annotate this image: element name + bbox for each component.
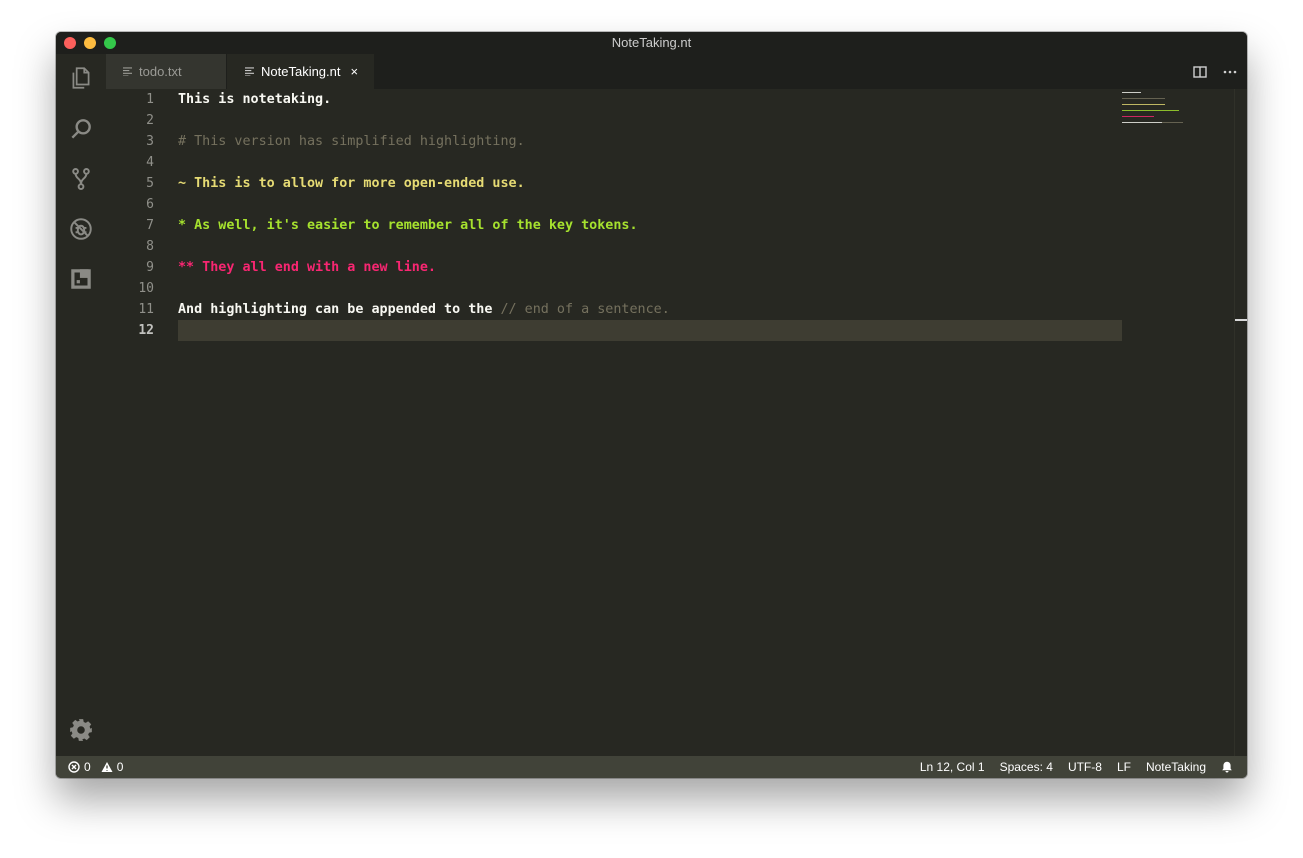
current-line[interactable] — [178, 320, 1122, 341]
problems-indicator[interactable]: 0 0 — [68, 756, 123, 778]
minimap-token — [1122, 104, 1165, 105]
tab-todo[interactable]: todo.txt — [106, 54, 226, 89]
editor-actions — [1193, 54, 1237, 89]
code-line[interactable]: ** They all end with a new line. — [178, 257, 1122, 278]
more-actions-icon[interactable] — [1223, 65, 1237, 79]
code-line[interactable] — [178, 110, 1122, 131]
close-tab-button[interactable]: × — [351, 64, 359, 79]
title-bar: NoteTaking.nt — [56, 32, 1247, 54]
file-icon — [245, 67, 254, 76]
minimap-token — [1122, 122, 1162, 123]
code-line[interactable]: * As well, it's easier to remember all o… — [178, 215, 1122, 236]
token-white: This is notetaking. — [178, 92, 332, 107]
window-controls — [64, 37, 116, 49]
settings-button[interactable] — [56, 710, 106, 750]
indentation-setting[interactable]: Spaces: 4 — [1000, 760, 1053, 774]
line-number: 5 — [146, 176, 154, 191]
maximize-window-button[interactable] — [104, 37, 116, 49]
token-white: And highlighting can be appended to the — [178, 302, 501, 317]
explorer-button[interactable] — [56, 58, 106, 98]
extensions-icon — [71, 269, 91, 289]
extensions-button[interactable] — [56, 259, 106, 299]
line-number: 12 — [138, 323, 154, 338]
tab-label: todo.txt — [139, 64, 182, 79]
editor-area[interactable]: 1 2 3 4 5 6 7 8 9 10 11 12 This is notetaking. # Thi… — [106, 89, 1247, 756]
debug-button[interactable] — [56, 209, 106, 249]
error-icon — [68, 761, 80, 773]
minimap-token — [1122, 116, 1154, 117]
debug-icon — [70, 218, 92, 240]
vertical-scrollbar[interactable] — [1234, 89, 1247, 756]
language-mode[interactable]: NoteTaking — [1146, 760, 1206, 774]
error-count: 0 — [84, 760, 91, 774]
line-number: 3 — [146, 134, 154, 149]
code-line[interactable] — [178, 152, 1122, 173]
minimap-token — [1122, 110, 1179, 111]
token-comment: # This version has simplified highlighti… — [178, 134, 525, 149]
code-line[interactable] — [178, 236, 1122, 257]
line-number: 9 — [146, 260, 154, 275]
code-line[interactable]: # This version has simplified highlighti… — [178, 131, 1122, 152]
notifications-bell-icon[interactable] — [1221, 761, 1233, 773]
token-yellow: ~ This is to allow for more open-ended u… — [178, 176, 525, 191]
code-line[interactable]: And highlighting can be appended to the … — [178, 299, 1122, 320]
minimap[interactable] — [1122, 92, 1202, 128]
close-window-button[interactable] — [64, 37, 76, 49]
status-bar: 0 0 Ln 12, Col 1 Spaces: 4 UTF-8 LF Note… — [56, 756, 1247, 778]
line-number: 6 — [146, 197, 154, 212]
token-red: ** They all end with a new line. — [178, 260, 436, 275]
code-line[interactable]: ~ This is to allow for more open-ended u… — [178, 173, 1122, 194]
line-number: 8 — [146, 239, 154, 254]
tab-notetaking[interactable]: NoteTaking.nt × — [227, 54, 374, 89]
window-title: NoteTaking.nt — [611, 35, 692, 50]
line-number: 4 — [146, 155, 154, 170]
minimap-token — [1122, 98, 1165, 99]
tab-label: NoteTaking.nt — [261, 64, 341, 79]
minimize-window-button[interactable] — [84, 37, 96, 49]
line-number: 1 — [146, 92, 154, 107]
end-of-line-sequence[interactable]: LF — [1117, 760, 1131, 774]
code-lines[interactable]: This is notetaking. # This version has si… — [178, 89, 1122, 341]
files-icon — [72, 67, 90, 89]
warning-count: 0 — [116, 760, 124, 774]
line-number: 10 — [138, 281, 154, 296]
minimap-token — [1122, 92, 1141, 93]
code-line[interactable]: This is notetaking. — [178, 89, 1122, 110]
editor-window: NoteTaking.nt todo.txt NoteTaking.nt × 1… — [56, 32, 1247, 778]
scrollbar-cursor-marker — [1235, 319, 1247, 321]
source-control-icon — [72, 168, 90, 190]
status-right-items: Ln 12, Col 1 Spaces: 4 UTF-8 LF NoteTaki… — [920, 756, 1233, 778]
code-line[interactable] — [178, 278, 1122, 299]
token-comment: // end of a sentence. — [500, 302, 670, 317]
line-number: 11 — [138, 302, 154, 317]
activity-bar — [56, 54, 106, 756]
split-editor-icon[interactable] — [1193, 65, 1207, 79]
source-control-button[interactable] — [56, 159, 106, 199]
minimap-line — [1122, 125, 1202, 128]
settings-gear-icon — [70, 719, 92, 741]
line-number-gutter: 1 2 3 4 5 6 7 8 9 10 11 12 — [106, 89, 154, 341]
search-button[interactable] — [56, 109, 106, 149]
tab-bar: todo.txt NoteTaking.nt × — [106, 54, 1247, 89]
search-icon — [71, 119, 91, 139]
warning-icon — [101, 761, 113, 773]
cursor-position[interactable]: Ln 12, Col 1 — [920, 760, 985, 774]
file-encoding[interactable]: UTF-8 — [1068, 760, 1102, 774]
file-icon — [123, 67, 132, 76]
minimap-token — [1162, 122, 1183, 123]
token-green: * As well, it's easier to remember all o… — [178, 218, 638, 233]
code-line[interactable] — [178, 194, 1122, 215]
line-number: 7 — [146, 218, 154, 233]
line-number: 2 — [146, 113, 154, 128]
